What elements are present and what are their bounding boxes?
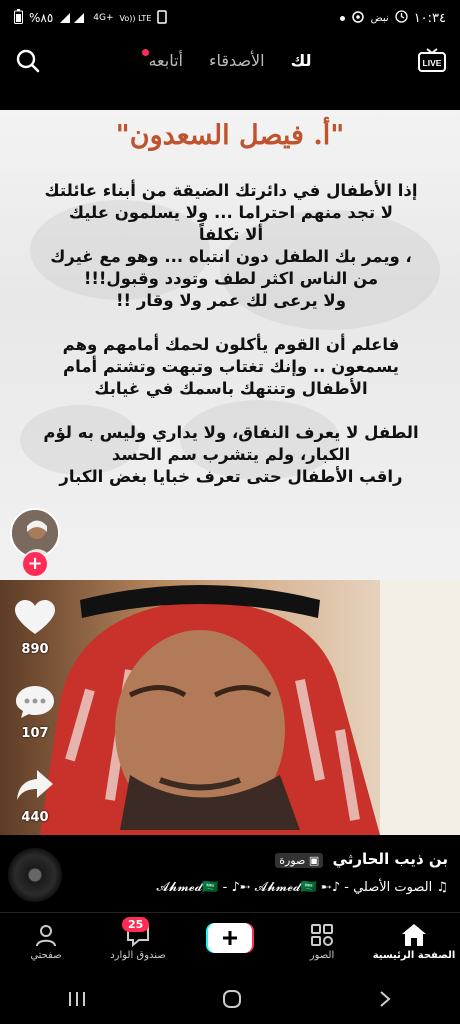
- heart-icon: [15, 600, 55, 634]
- quote-line: فاعلم أن القوم يأكلون لحمك أمامهم وهم: [62, 335, 400, 354]
- top-nav: لك الأصدقاء أتابعه LIVE: [0, 40, 460, 80]
- quote-line: ولا يرعى لك عمر ولا وقار !!: [116, 291, 346, 310]
- share-button[interactable]: 440: [0, 768, 70, 825]
- creator-username[interactable]: بن ذيب الحارثي ▣ صورة: [275, 850, 448, 868]
- quote-line: الطفل لا يعرف النفاق، ولا يداري وليس به …: [43, 423, 419, 442]
- share-arrow-icon: [17, 770, 53, 800]
- nav-photos[interactable]: الصور: [276, 913, 368, 974]
- quote-paragraph-2: فاعلم أن القوم يأكلون لحمك أمامهم وهم يس…: [28, 334, 434, 400]
- quote-paragraph-1: إذا الأطفال في دائرتك الضيقة من أبناء عا…: [28, 180, 434, 312]
- nav-profile-label: صفحتي: [30, 950, 62, 961]
- signal-icon: [59, 10, 87, 27]
- clock-icon: [395, 10, 408, 26]
- comment-count: 107: [21, 726, 49, 741]
- network-4g: 4G+: [93, 13, 114, 23]
- notification-icon: [157, 9, 168, 27]
- home-icon: [402, 924, 426, 946]
- battery-level: %٨٥: [29, 11, 54, 25]
- photos-grid-icon: [311, 924, 333, 946]
- post-author-title: "أ. فيصل السعدون": [115, 120, 345, 151]
- back-chevron-icon[interactable]: [377, 990, 393, 1008]
- post-info: بن ذيب الحارثي ▣ صورة ♫ الصوت الأصلي - ♪…: [0, 840, 460, 912]
- nav-photos-label: الصور: [309, 950, 335, 961]
- inbox-badge: 25: [122, 917, 150, 932]
- search-icon: [16, 49, 40, 73]
- quote-line: يسمعون .. وإنك تغتاب وتبهت وتشتم أمام: [63, 357, 399, 376]
- live-tv-icon: LIVE: [418, 48, 446, 72]
- quote-paragraph-3: الطفل لا يعرف النفاق، ولا يداري وليس به …: [28, 422, 434, 488]
- tab-following-label: أتابعه: [148, 50, 183, 70]
- image-icon: ▣: [308, 854, 320, 867]
- create-plus-icon: [206, 923, 254, 953]
- follow-button[interactable]: +: [23, 552, 47, 576]
- battery-icon: [14, 9, 23, 27]
- home-circle-icon[interactable]: [222, 989, 242, 1009]
- quote-line: إذا الأطفال في دائرتك الضيقة من أبناء عا…: [44, 181, 418, 200]
- status-time: ١٠:٣٤: [413, 10, 446, 26]
- system-nav-bar: [0, 974, 460, 1024]
- music-disc-icon[interactable]: [8, 848, 62, 902]
- settings-icon: [351, 10, 365, 27]
- username-text: بن ذيب الحارثي: [332, 850, 448, 868]
- search-button[interactable]: [14, 47, 42, 75]
- feed-tabs: لك الأصدقاء أتابعه: [142, 48, 312, 70]
- network-volte: Vo)) LTE: [119, 13, 152, 23]
- status-bar: %٨٥ 4G+ Vo)) LTE نبض ١٠:٣٤: [0, 0, 460, 36]
- live-button[interactable]: LIVE: [418, 48, 446, 72]
- comment-icon: [16, 686, 54, 718]
- live-label: LIVE: [423, 58, 442, 68]
- notification-dot-icon: [339, 15, 345, 21]
- bottom-nav: الصفحة الرئيسية الصور صندوق الوارد 25 صف…: [0, 912, 460, 974]
- nav-inbox-label: صندوق الوارد: [110, 950, 166, 961]
- like-button[interactable]: 890: [0, 600, 70, 657]
- quote-line: لا تجد منهم احتراما ... ولا يسلمون عليك: [68, 203, 394, 222]
- quote-line: راقب الأطفال حتى تعرف خبايا بغض الكبار: [59, 467, 403, 486]
- nav-profile[interactable]: صفحتي: [0, 913, 92, 974]
- photo-tag-label: صورة: [279, 854, 306, 867]
- comment-button[interactable]: 107: [0, 684, 70, 741]
- quote-line: الكبار، ولم يتشرب سم الحسد: [111, 445, 351, 464]
- tab-friends[interactable]: الأصدقاء: [209, 51, 265, 70]
- like-count: 890: [21, 642, 49, 657]
- nav-home[interactable]: الصفحة الرئيسية: [368, 913, 460, 974]
- creator-avatar[interactable]: [10, 508, 60, 558]
- nav-create[interactable]: [184, 913, 276, 974]
- quote-line: ألا تكلفاً: [198, 225, 264, 244]
- quote-line: الأطفال وتنتهك باسمك في غيابك: [94, 379, 368, 398]
- tab-following[interactable]: أتابعه: [142, 48, 183, 70]
- quote-line: ، ويمر بك الطفل دون انتباه ... وهو مع غي…: [50, 247, 412, 266]
- sound-link[interactable]: ♫ الصوت الأصلي - ♪➸ 𝓐𝓱𝓶𝓮𝓭🇸🇦 - ♪➸ 𝓐𝓱𝓶𝓮𝓭🇸🇦: [156, 880, 448, 895]
- quote-line: من الناس اكثر لطف وتودد وقبول!!!: [83, 269, 379, 288]
- recent-apps-icon[interactable]: [67, 990, 87, 1008]
- carrier-app-label: نبض: [370, 12, 389, 24]
- post-text-image[interactable]: "أ. فيصل السعدون" إذا الأطفال في دائرتك …: [0, 110, 460, 580]
- photo-tag: ▣ صورة: [275, 853, 324, 868]
- post-quote-text: إذا الأطفال في دائرتك الضيقة من أبناء عا…: [28, 180, 434, 510]
- tab-for-you[interactable]: لك: [291, 51, 312, 70]
- nav-home-label: الصفحة الرئيسية: [372, 950, 456, 961]
- share-count: 440: [21, 810, 49, 825]
- nav-inbox[interactable]: صندوق الوارد 25: [92, 913, 184, 974]
- profile-person-icon: [36, 925, 56, 947]
